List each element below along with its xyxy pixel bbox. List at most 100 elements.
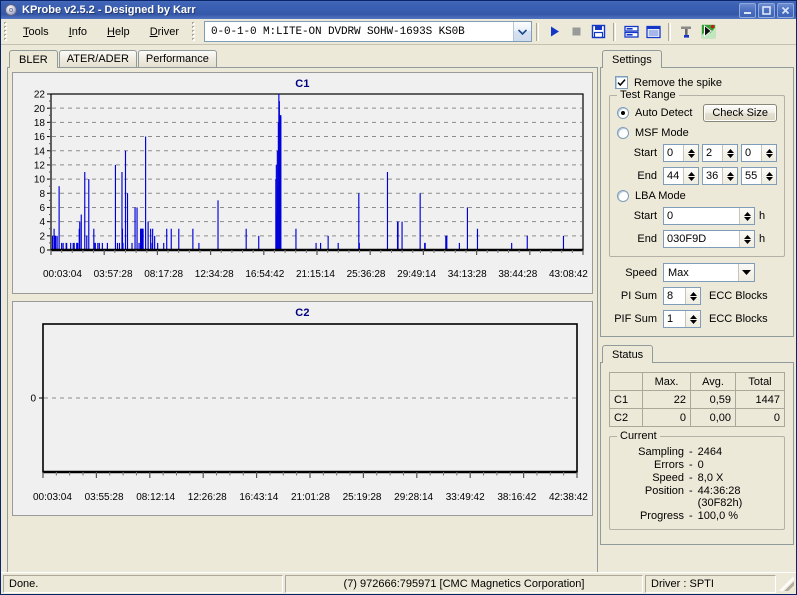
close-button[interactable] [777, 2, 794, 18]
view-table-button[interactable] [642, 21, 664, 42]
c2-x-tick-label: 29:28:14 [394, 492, 434, 503]
hammer-icon [680, 26, 691, 38]
check-size-button[interactable]: Check Size [703, 104, 777, 122]
current-progress-value: 100,0 % [697, 510, 739, 522]
c1-plot-area: 0 2 4 6 8 10 12 14 16 18 20 22 [13, 90, 592, 268]
speed-row: Speed Max [609, 263, 785, 282]
floppy-disk-icon [591, 24, 605, 39]
tab-performance[interactable]: Performance [137, 50, 217, 67]
status-row-c1-total: 1447 [735, 390, 785, 409]
status-col-avg: Avg. [689, 372, 737, 391]
c2-chart: C2 0 00:03:04 03:55:28 08:12:14 12:26:28 16:… [12, 301, 593, 516]
msf-mode-row[interactable]: MSF Mode [617, 127, 777, 139]
lba-start-row: Start 0 h [617, 207, 777, 225]
lba-start-field[interactable]: 0 [663, 207, 755, 225]
current-position-row: Position - 44:36:28 (30F82h) [612, 485, 778, 509]
pi-sum-stepper[interactable]: 8 [663, 287, 701, 305]
msf-mode-label: MSF Mode [635, 127, 689, 139]
tab-ater-ader[interactable]: ATER/ADER [58, 50, 137, 67]
lba-mode-row[interactable]: LBA Mode [617, 190, 777, 202]
chevron-down-icon[interactable] [738, 264, 754, 281]
save-button[interactable] [587, 21, 609, 42]
msf-end-frames-stepper[interactable]: 55 [741, 167, 777, 185]
tab-status[interactable]: Status [602, 345, 654, 363]
bler-tab-panel: C1 0 2 4 6 8 10 12 14 16 18 20 22 00:03:04 03:57:28 0… [7, 67, 598, 576]
menu-help[interactable]: Help [97, 23, 140, 41]
status-row-c1-avg: 0,59 [689, 390, 737, 409]
view-graph-button[interactable] [620, 21, 642, 42]
menu-info[interactable]: Info [59, 23, 97, 41]
table-row: C2 0 0,00 0 [609, 408, 785, 427]
drive-select[interactable]: 0-0-1-0 M:LITE-ON DVDRW SOHW-1693S KS0B [204, 21, 533, 42]
menu-driver[interactable]: Driver [140, 23, 189, 41]
about-button[interactable] [697, 21, 719, 42]
stepper-arrows-icon[interactable] [761, 168, 776, 184]
c2-x-tick-label: 16:43:14 [239, 492, 279, 503]
msf-end-seconds-stepper[interactable]: 36 [702, 167, 738, 185]
pif-sum-row: PIF Sum 1 ECC Blocks [609, 310, 785, 328]
pif-sum-stepper[interactable]: 1 [663, 310, 701, 328]
c1-x-axis-labels: 00:03:04 03:57:28 08:17:28 12:34:28 16:54:42… [13, 268, 592, 280]
stop-button[interactable] [565, 21, 587, 42]
remove-spike-row[interactable]: Remove the spike [615, 76, 785, 89]
toolbar: 0-0-1-0 M:LITE-ON DVDRW SOHW-1693S KS0B [201, 19, 796, 44]
speed-select[interactable]: Max [663, 263, 755, 282]
maximize-button[interactable] [758, 2, 775, 18]
c1-x-tick-label: 03:57:28 [93, 269, 133, 280]
pif-sum-value: 1 [667, 313, 674, 325]
msf-start-frames-stepper[interactable]: 0 [741, 144, 777, 162]
stepper-arrows-icon[interactable] [739, 208, 754, 224]
current-sampling-row: Sampling - 2464 [612, 446, 778, 458]
lba-mode-label: LBA Mode [635, 190, 686, 202]
flag-icon [701, 24, 715, 39]
pi-sum-row: PI Sum 8 ECC Blocks [609, 287, 785, 305]
msf-mode-radio[interactable] [617, 127, 629, 139]
pi-sum-unit: ECC Blocks [709, 290, 768, 302]
menu-drag-grip[interactable] [3, 22, 10, 41]
stepper-arrows-icon[interactable] [739, 231, 754, 247]
stepper-arrows-icon[interactable] [685, 288, 700, 304]
start-button[interactable] [543, 21, 565, 42]
stepper-arrows-icon[interactable] [683, 145, 698, 161]
statusbar-driver: Driver : SPTI [645, 574, 776, 593]
tab-bler[interactable]: BLER [9, 50, 58, 68]
current-speed-label: Speed [652, 472, 684, 484]
current-speed-value: 8,0 X [697, 472, 724, 484]
stepper-arrows-icon[interactable] [683, 168, 698, 184]
menu-bar: Tools Info Help Driver [13, 19, 189, 44]
test-range-group: Test Range Auto Detect Check Size MSF Mo… [609, 89, 785, 257]
graph-view-icon [623, 25, 639, 38]
table-row: C1 22 0,59 1447 [609, 390, 785, 409]
minimize-button[interactable] [739, 2, 756, 18]
stepper-arrows-icon[interactable] [722, 145, 737, 161]
pif-sum-label: PIF Sum [614, 313, 657, 325]
status-table-header-row: Max. Avg. Total [609, 372, 785, 391]
svg-text:16: 16 [34, 132, 46, 143]
chevron-down-icon[interactable] [513, 22, 532, 41]
current-position-label: Position [644, 485, 684, 497]
msf-start-row: Start 0 2 0 [617, 144, 777, 162]
stepper-arrows-icon[interactable] [761, 145, 776, 161]
auto-detect-row[interactable]: Auto Detect Check Size [617, 104, 777, 122]
current-speed-row: Speed - 8,0 X [612, 472, 778, 484]
current-sampling-dash: - [689, 446, 693, 458]
toolbar-separator-2 [613, 22, 617, 41]
stepper-arrows-icon[interactable] [685, 311, 700, 327]
toolbar-drag-grip[interactable] [191, 22, 199, 41]
resize-grip[interactable] [780, 576, 794, 591]
msf-start-minutes-stepper[interactable]: 0 [663, 144, 699, 162]
msf-start-seconds-stepper[interactable]: 2 [702, 144, 738, 162]
remove-spike-checkbox[interactable] [615, 76, 628, 89]
lba-end-field[interactable]: 030F9D [663, 230, 755, 248]
msf-end-minutes-stepper[interactable]: 44 [663, 167, 699, 185]
tab-settings[interactable]: Settings [602, 50, 662, 68]
stepper-arrows-icon[interactable] [722, 168, 737, 184]
current-sampling-label: Sampling [638, 446, 684, 458]
title-bar: KProbe v2.5.2 - Designed by Karr [1, 1, 796, 19]
menu-tools[interactable]: Tools [13, 23, 59, 41]
tools-button[interactable] [675, 21, 697, 42]
statusbar-state: Done. [3, 574, 283, 593]
lba-end-value: 030F9D [667, 233, 707, 245]
lba-mode-radio[interactable] [617, 190, 629, 202]
auto-detect-radio[interactable] [617, 107, 629, 119]
